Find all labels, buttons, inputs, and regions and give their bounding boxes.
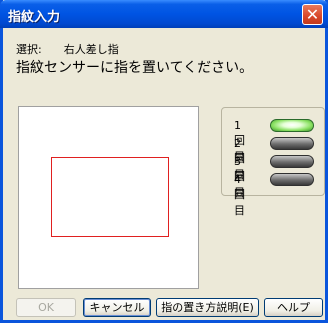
title-bar[interactable]: 指紋入力 ✕ [0,0,328,28]
scan-indicator [270,155,314,168]
selected-finger: 右人差し指 [63,43,119,56]
selection-line: 選択: 右人差し指 [16,41,119,57]
scan-row-label: 4回目 [234,173,245,217]
fingerprint-target-frame [51,157,169,237]
fingerprint-preview [18,106,199,289]
scan-indicator-active [270,119,314,132]
finger-placement-help-button[interactable]: 指の置き方説明(E) [156,298,259,317]
scan-indicator [270,137,314,150]
scan-indicator [270,173,314,186]
help-button[interactable]: ヘルプ [264,298,323,317]
close-button[interactable]: ✕ [302,4,323,25]
cancel-button[interactable]: キャンセル [83,298,151,317]
ok-button[interactable]: OK [16,298,76,317]
fingerprint-dialog: 指紋入力 ✕ 選択: 右人差し指 指紋センサーに指を置いてください。 1回目 2回… [0,0,328,323]
selection-label: 選択: [16,43,42,56]
close-icon: ✕ [305,5,320,24]
instruction-text: 指紋センサーに指を置いてください。 [16,60,254,76]
scan-progress-panel: 1回目 2回目 3回目 4回目 [221,107,325,217]
window-title: 指紋入力 [8,10,61,25]
